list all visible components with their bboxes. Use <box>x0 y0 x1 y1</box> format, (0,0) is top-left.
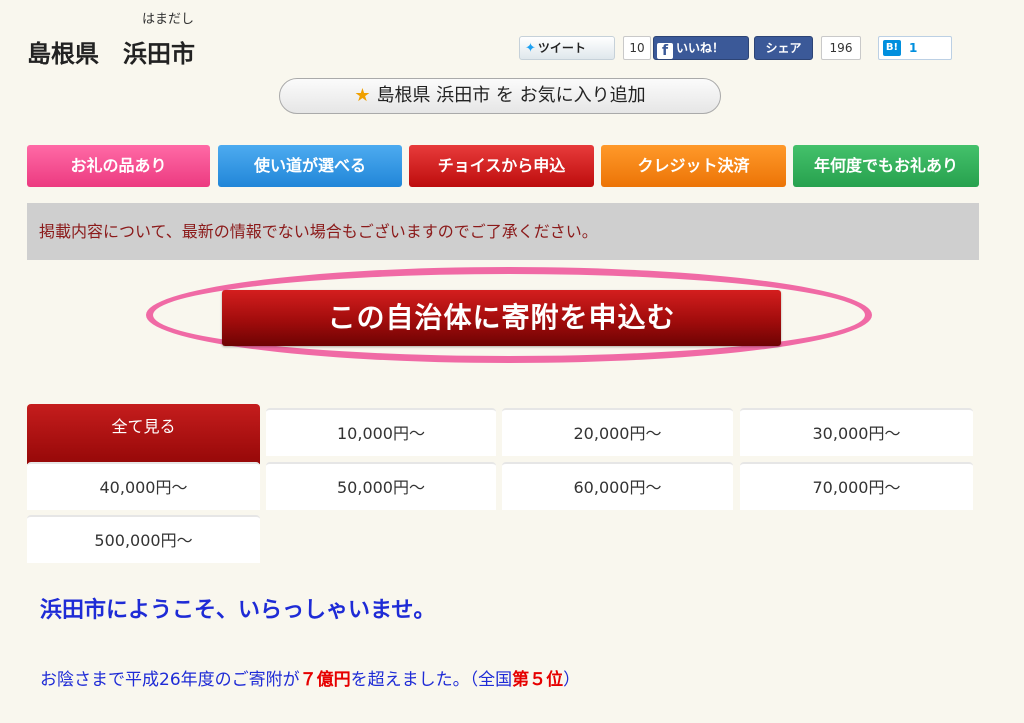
price-tab-30000[interactable]: 30,000円〜 <box>740 408 973 456</box>
add-favorite-button[interactable]: ★ 島根県 浜田市 を お気に入り追加 <box>279 78 721 114</box>
facebook-like-button[interactable]: f いいね！ <box>653 36 749 60</box>
tag-multiple-gifts[interactable]: 年何度でもお礼あり <box>793 145 979 187</box>
star-icon: ★ <box>354 85 371 106</box>
donation-note-suffix: ） <box>563 670 581 690</box>
price-tab-20000[interactable]: 20,000円〜 <box>502 408 733 456</box>
title-furigana: はまだし <box>142 12 195 27</box>
facebook-share-button[interactable]: シェア <box>754 36 813 60</box>
price-tab-60000[interactable]: 60,000円〜 <box>502 462 733 510</box>
hatena-bookmark-button[interactable]: B! 1 <box>878 36 952 60</box>
hatena-bookmark-icon: B! <box>883 40 901 56</box>
page-title: 島根県 浜田市 <box>27 40 195 68</box>
price-tab-500000[interactable]: 500,000円〜 <box>27 515 260 563</box>
price-tab-70000[interactable]: 70,000円〜 <box>740 462 973 510</box>
tag-gift-available[interactable]: お礼の品あり <box>27 145 210 187</box>
donation-note-middle: を超えました。（全国 <box>350 670 513 690</box>
tweet-label: ツイート <box>537 41 586 55</box>
tweet-count: 10 <box>623 36 651 60</box>
tag-credit-payment[interactable]: クレジット決済 <box>601 145 786 187</box>
notice-banner: 掲載内容について、最新の情報でない場合もございますのでご了承ください。 <box>27 203 979 260</box>
apply-donation-button[interactable]: この自治体に寄附を申込む <box>222 290 781 346</box>
price-tab-10000[interactable]: 10,000円〜 <box>266 408 496 456</box>
price-tab-40000[interactable]: 40,000円〜 <box>27 462 260 510</box>
donation-note: お陰さまで平成26年度のご寄附が７億円を超えました。（全国第５位） <box>40 665 580 690</box>
tag-apply-via-choice[interactable]: チョイスから申込 <box>409 145 594 187</box>
donation-amount: ７億円 <box>299 670 351 690</box>
price-tab-all[interactable]: 全て見る <box>27 404 260 464</box>
facebook-icon: f <box>657 43 673 59</box>
tag-choose-usage[interactable]: 使い道が選べる <box>218 145 402 187</box>
like-label: いいね！ <box>676 41 725 55</box>
tweet-button[interactable]: ✦ ツイート <box>519 36 615 60</box>
donation-rank: 第５位 <box>512 670 564 690</box>
add-favorite-label: 島根県 浜田市 を お気に入り追加 <box>376 85 646 106</box>
twitter-bird-icon: ✦ <box>525 41 536 56</box>
hatena-count: 1 <box>909 41 918 55</box>
price-tab-50000[interactable]: 50,000円〜 <box>266 462 496 510</box>
donation-note-prefix: お陰さまで平成26年度のご寄附が <box>40 670 300 690</box>
share-count: 196 <box>821 36 861 60</box>
welcome-heading: 浜田市にようこそ、いらっしゃいませ。 <box>40 598 436 623</box>
